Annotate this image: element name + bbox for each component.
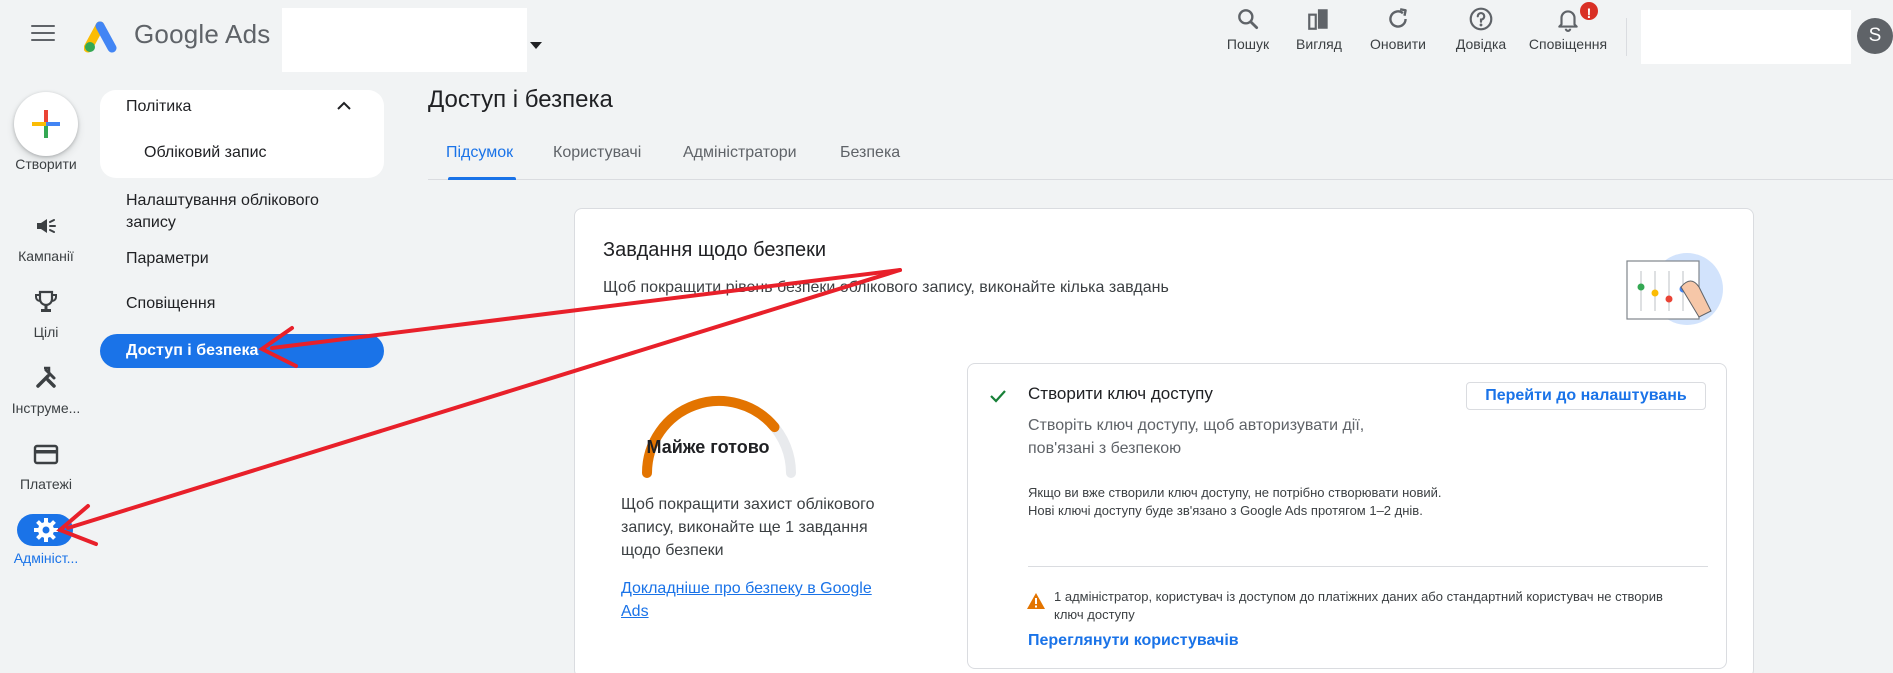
brand-name: Google Ads <box>134 19 271 49</box>
subnav-item-notifications[interactable]: Сповіщення <box>126 295 215 313</box>
view-tool-label: Вигляд <box>1296 36 1342 52</box>
security-tasks-card: Завдання щодо безпеки Щоб покращити ріве… <box>574 208 1754 673</box>
tab-summary[interactable]: Підсумок <box>446 144 513 162</box>
warning-text: 1 адміністратор, користувач із доступом … <box>1054 589 1663 622</box>
go-to-settings-button[interactable]: Перейти до налаштувань <box>1466 382 1706 410</box>
chevron-up-icon[interactable] <box>334 96 354 116</box>
tab-bar: Підсумок Користувачі Адміністратори Безп… <box>428 136 1893 180</box>
rail-label-campaigns: Кампанії <box>18 248 74 264</box>
tab-security[interactable]: Безпека <box>840 144 900 162</box>
review-users-link[interactable]: Переглянути користувачів <box>1028 632 1239 650</box>
help-icon <box>1469 7 1493 31</box>
rail-label-tools: Інструме... <box>11 400 81 416</box>
rail-label-admin: Адмініст... <box>13 550 79 566</box>
left-rail: Створити Кампанії Цілі Інструме... Плате… <box>0 74 92 673</box>
task-note: Якщо ви вже створили ключ доступу, не по… <box>1028 484 1468 520</box>
avatar[interactable]: S <box>1857 18 1893 54</box>
active-tab-indicator <box>448 177 516 180</box>
create-label: Створити <box>15 156 77 172</box>
subnav-item-account[interactable]: Обліковий запис <box>144 144 267 162</box>
account-selector[interactable] <box>282 8 527 72</box>
notifications-tool-button[interactable]: ! Сповіщення <box>1528 0 1608 60</box>
view-tool-button[interactable]: Вигляд <box>1279 6 1359 60</box>
check-icon <box>990 390 1006 403</box>
task-title: Створити ключ доступу <box>1028 384 1213 403</box>
subnav-section-policy[interactable]: Політика <box>126 98 191 116</box>
tab-users[interactable]: Користувачі <box>553 144 641 162</box>
tools-icon <box>36 366 56 388</box>
notifications-tool-label: Сповіщення <box>1528 36 1608 52</box>
search-tool-button[interactable]: Пошук <box>1208 6 1288 60</box>
rail-label-billing: Платежі <box>19 476 73 492</box>
task-note-line2: Нові ключі доступу буде зв'язано з Googl… <box>1028 503 1423 518</box>
rail-item-admin[interactable]: Адмініст... <box>0 514 92 580</box>
plus-icon <box>32 110 60 138</box>
card-subtitle: Щоб покращити рівень безпеки облікового … <box>603 279 1169 296</box>
view-icon <box>1308 9 1328 30</box>
rail-item-billing[interactable]: Платежі <box>0 440 92 506</box>
top-bar: Google Ads Пошук Вигляд Оновити Довідка … <box>0 0 1893 74</box>
gear-icon <box>34 518 58 542</box>
trophy-icon <box>35 290 57 312</box>
refresh-icon <box>1389 8 1407 28</box>
menu-icon[interactable] <box>31 25 55 45</box>
learn-more-link[interactable]: Докладніше про безпеку в Google Ads <box>621 577 901 623</box>
search-tool-label: Пошук <box>1226 36 1270 52</box>
megaphone-icon <box>37 219 56 233</box>
create-button[interactable] <box>14 92 78 156</box>
subnav-item-account-settings[interactable]: Налаштування облікового запису <box>126 190 319 234</box>
help-tool-label: Довідка <box>1455 36 1507 52</box>
rail-item-campaigns[interactable]: Кампанії <box>0 212 92 278</box>
credit-card-icon <box>33 444 59 465</box>
tab-admins[interactable]: Адміністратори <box>683 144 797 162</box>
page-title: Доступ і безпека <box>428 86 613 113</box>
task-create-passkey: Створити ключ доступу Створіть ключ дост… <box>967 363 1727 669</box>
refresh-tool-label: Оновити <box>1370 36 1426 52</box>
gauge-label: Майже готово <box>646 437 770 457</box>
task-note-line1: Якщо ви вже створили ключ доступу, не по… <box>1028 485 1442 500</box>
card-title: Завдання щодо безпеки <box>603 239 827 261</box>
subnav-item-access-security[interactable]: Доступ і безпека <box>100 334 384 368</box>
account-dropdown-icon[interactable] <box>530 42 542 49</box>
help-tool-button[interactable]: Довідка <box>1441 6 1521 60</box>
subnav-settings-line2: запису <box>126 214 176 231</box>
toolbar-divider <box>1626 18 1627 56</box>
subnav-settings-line1: Налаштування облікового <box>126 192 319 209</box>
task-description: Створіть ключ доступу, щоб авторизувати … <box>1028 417 1365 457</box>
rail-item-goals[interactable]: Цілі <box>0 288 92 354</box>
app-root: Google Ads Пошук Вигляд Оновити Довідка … <box>0 0 1893 673</box>
search-icon <box>1238 9 1259 30</box>
warning-icon <box>1027 593 1045 609</box>
google-ads-logo <box>84 21 117 53</box>
rail-item-tools[interactable]: Інструме... <box>0 364 92 430</box>
subnav-item-params[interactable]: Параметри <box>126 250 209 268</box>
rail-label-goals: Цілі <box>33 324 59 340</box>
progress-description: Щоб покращити захист облікового запису, … <box>621 496 875 559</box>
security-illustration <box>1626 253 1723 325</box>
notification-badge: ! <box>1578 0 1600 22</box>
refresh-tool-button[interactable]: Оновити <box>1358 6 1438 60</box>
security-progress-gauge <box>642 396 796 478</box>
account-info-box <box>1641 10 1851 64</box>
task-divider <box>1028 566 1708 567</box>
